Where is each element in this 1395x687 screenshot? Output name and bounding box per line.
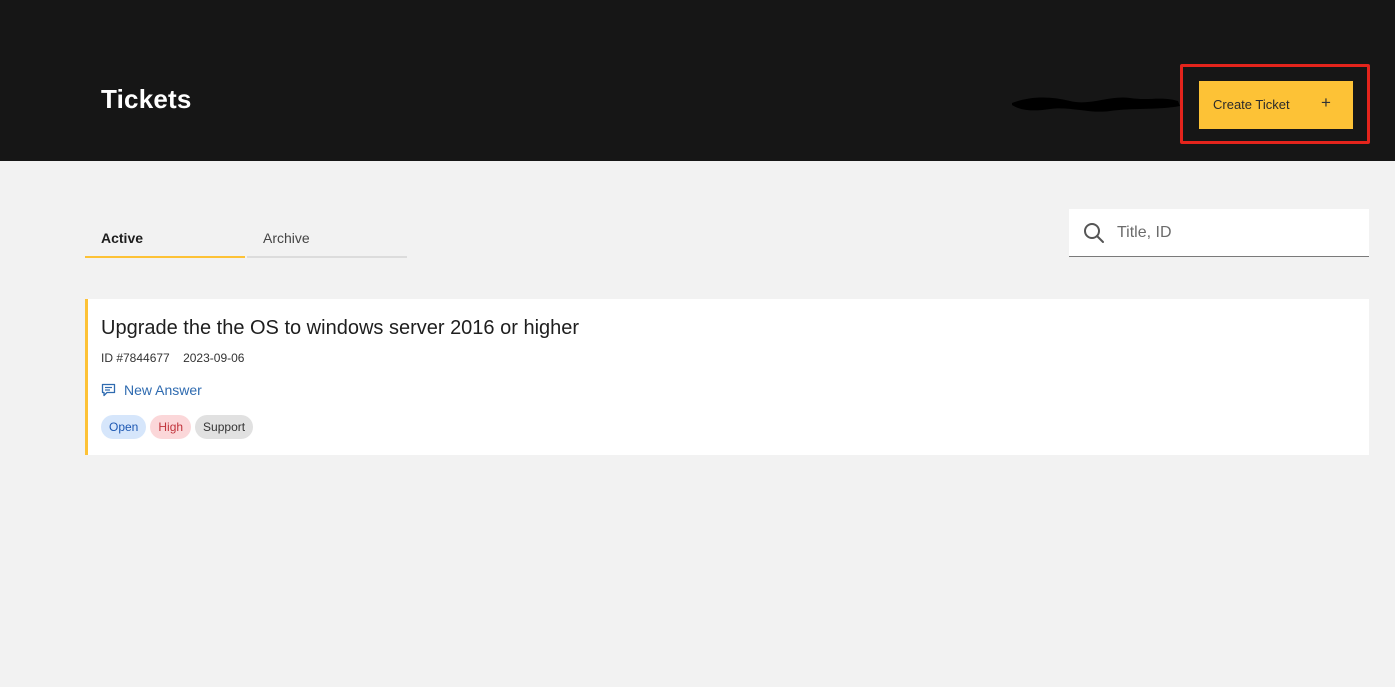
ticket-tabs: Active Archive — [85, 222, 407, 258]
ticket-id: ID #7844677 — [101, 351, 170, 365]
new-answer-label: New Answer — [124, 382, 202, 398]
status-badge: Open — [101, 415, 147, 439]
search-box — [1069, 209, 1369, 257]
new-answer-link[interactable]: New Answer — [101, 382, 202, 398]
category-badge: Support — [195, 415, 254, 439]
ticket-card[interactable]: Upgrade the the OS to windows server 201… — [85, 299, 1369, 455]
search-icon — [1084, 223, 1104, 243]
search-input[interactable] — [1117, 221, 1357, 245]
ticket-date: 2023-09-06 — [183, 351, 245, 365]
header-bar: Tickets Create Ticket + — [0, 0, 1395, 161]
create-ticket-button[interactable]: Create Ticket + — [1199, 81, 1353, 129]
priority-badge: High — [150, 415, 192, 439]
tab-active[interactable]: Active — [85, 222, 245, 258]
tab-archive[interactable]: Archive — [247, 222, 407, 258]
ticket-title[interactable]: Upgrade the the OS to windows server 201… — [101, 317, 579, 340]
comment-icon — [101, 383, 116, 397]
redacted-scribble — [1012, 97, 1180, 112]
plus-icon: + — [1321, 93, 1331, 112]
page-title: Tickets — [101, 84, 192, 114]
ticket-meta: ID #7844677 2023-09-06 — [101, 351, 244, 365]
create-ticket-label: Create Ticket — [1213, 97, 1290, 112]
ticket-tags: Open High Support — [101, 415, 254, 439]
